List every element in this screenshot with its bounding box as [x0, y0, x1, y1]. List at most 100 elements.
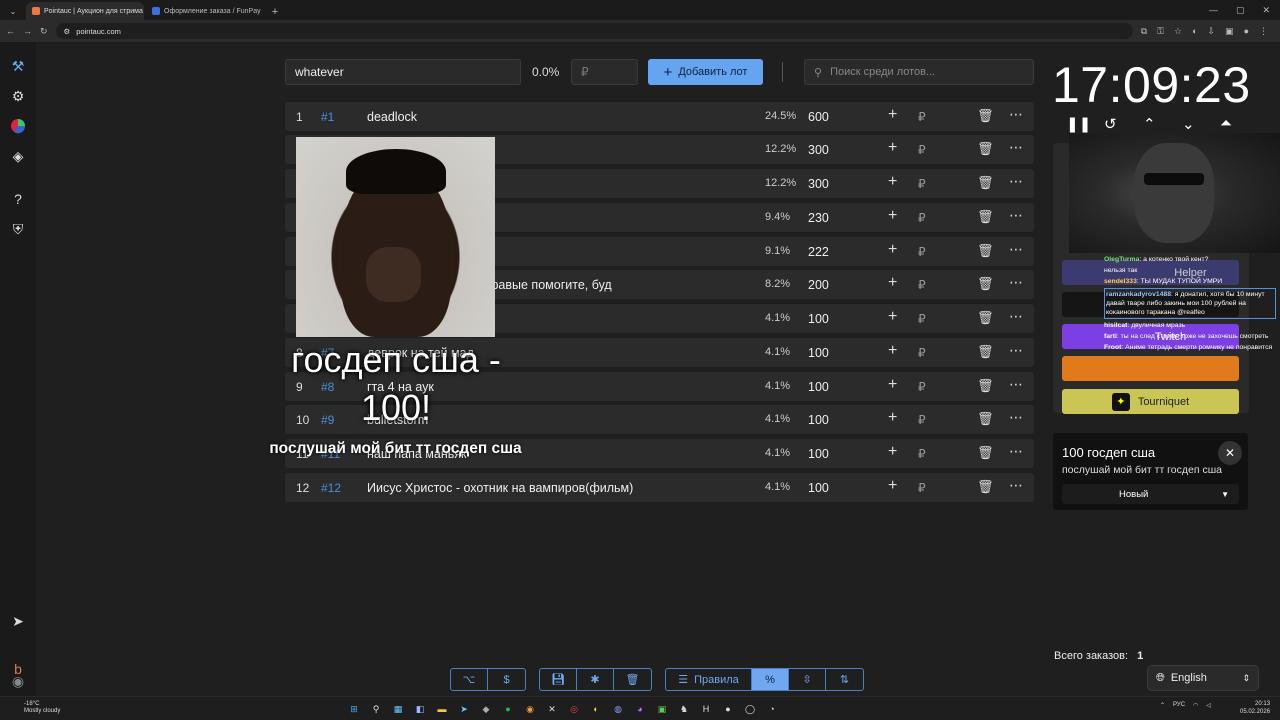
delete-icon[interactable]: 🗑︎ — [977, 344, 994, 360]
windows-start-icon[interactable]: ⊞ — [346, 701, 362, 717]
add-amount-icon[interactable]: + — [888, 342, 897, 360]
chrome-icon[interactable]: ◉ — [522, 701, 538, 717]
ruble-input[interactable]: ₽ — [918, 110, 926, 124]
telegram-icon[interactable]: ➤ — [8, 611, 28, 631]
language-select[interactable]: 🌐︎ English ⇕ — [1147, 665, 1259, 691]
ruble-input[interactable]: ₽ — [918, 143, 926, 157]
shield-icon[interactable]: ⛨ — [8, 219, 28, 239]
delete-icon[interactable]: 🗑︎ — [977, 276, 994, 292]
more-icon[interactable]: ⋯ — [1009, 139, 1023, 156]
maximize-icon[interactable]: ▢ — [1236, 5, 1245, 16]
app-icon[interactable]: ◆ — [478, 701, 494, 717]
ruble-input[interactable]: ₽ — [918, 413, 926, 427]
app-icon[interactable]: ◍ — [610, 701, 626, 717]
add-amount-icon[interactable]: + — [888, 376, 897, 394]
forward-icon[interactable]: → — [23, 26, 32, 36]
lot-row[interactable]: 1 #1 deadlock 24.5% 600 + ₽ 🗑︎ ⋯ — [285, 102, 1034, 131]
more-icon[interactable]: ⋯ — [1009, 308, 1023, 325]
search-icon[interactable]: ⚲ — [368, 701, 384, 717]
tray-chevron-icon[interactable]: ⌃ — [1160, 702, 1165, 709]
add-amount-icon[interactable]: + — [888, 207, 897, 225]
profile-icon[interactable]: ● — [1244, 26, 1249, 37]
auction-gavel-icon[interactable]: ⚒ — [8, 56, 28, 76]
chevron-down-icon[interactable]: ⌄ — [1182, 115, 1195, 133]
add-amount-icon[interactable]: + — [888, 409, 897, 427]
lot-name[interactable]: deadlock — [367, 110, 417, 124]
ruble-input[interactable]: ₽ — [918, 380, 926, 394]
cast-icon[interactable]: ⧉ — [1141, 26, 1147, 37]
delete-icon[interactable]: 🗑︎ — [977, 108, 994, 124]
save-icon[interactable]: 💾︎ — [540, 669, 577, 690]
taskview-icon[interactable]: ◧ — [412, 701, 428, 717]
tab-list-icon[interactable]: ⌄ — [6, 4, 20, 18]
add-amount-icon[interactable]: + — [888, 274, 897, 292]
lot-row[interactable]: 12 #12 Иисус Христос - охотник на вампиров… — [285, 473, 1034, 502]
delete-icon[interactable]: 🗑︎ — [977, 445, 994, 461]
rules-button[interactable]: ☰ Правила — [666, 669, 752, 690]
compress-icon[interactable]: ⇳ — [789, 669, 826, 690]
more-icon[interactable]: ⋯ — [1009, 274, 1023, 291]
ruble-input[interactable]: ₽ — [918, 245, 926, 259]
wheel-icon[interactable] — [8, 116, 28, 136]
bug-icon[interactable]: ✱ — [577, 669, 614, 690]
chevron-up-icon[interactable]: ⌃ — [1143, 115, 1156, 133]
download-icon[interactable]: ⇩ — [1208, 26, 1216, 37]
ruble-input[interactable]: ₽ — [918, 312, 926, 326]
delete-icon[interactable]: 🗑︎ — [977, 243, 994, 259]
delete-icon[interactable]: 🗑︎ — [977, 378, 994, 394]
app-icon[interactable]: ◔ — [764, 701, 780, 717]
more-icon[interactable]: ⋯ — [1009, 342, 1023, 359]
add-amount-icon[interactable]: + — [888, 308, 897, 326]
app-icon[interactable]: H — [698, 701, 714, 717]
more-icon[interactable]: ⋯ — [1009, 376, 1023, 393]
extension-icon[interactable]: ◐ — [1192, 26, 1197, 37]
ruble-input[interactable]: ₽ — [918, 177, 926, 191]
tray-lang[interactable]: РУС — [1173, 702, 1185, 709]
minimize-icon[interactable]: — — [1209, 5, 1218, 16]
add-amount-icon[interactable]: + — [888, 139, 897, 157]
visibility-eye-icon[interactable]: ◉ — [8, 671, 28, 691]
app-icon[interactable]: ✕ — [544, 701, 560, 717]
more-icon[interactable]: ⋯ — [1009, 241, 1023, 258]
close-window-icon[interactable]: ✕ — [1262, 5, 1270, 16]
github-icon[interactable]: ⌥ — [451, 669, 488, 690]
app-icon[interactable]: ● — [720, 701, 736, 717]
amount-input[interactable]: ₽ — [571, 59, 638, 85]
folder-icon[interactable]: ▬ — [434, 701, 450, 717]
more-icon[interactable]: ⋯ — [1009, 477, 1023, 494]
more-icon[interactable]: ⋯ — [1009, 409, 1023, 426]
ruble-input[interactable]: ₽ — [918, 447, 926, 461]
discord-icon[interactable]: ◕ — [632, 701, 648, 717]
weather-widget[interactable]: -18°C Mostly cloudy — [8, 701, 60, 715]
volume-icon[interactable]: ◁ — [1206, 702, 1211, 709]
add-amount-icon[interactable]: + — [888, 106, 897, 124]
reload-icon[interactable]: ↻ — [40, 26, 48, 37]
delete-icon[interactable]: 🗑︎ — [977, 175, 994, 191]
delete-icon[interactable]: 🗑︎ — [977, 411, 994, 427]
widgets-icon[interactable]: ▦ — [390, 701, 406, 717]
delete-icon[interactable]: 🗑︎ — [977, 141, 994, 157]
more-icon[interactable]: ⋯ — [1009, 106, 1023, 123]
app-icon[interactable]: ♞ — [676, 701, 692, 717]
add-amount-icon[interactable]: + — [888, 241, 897, 259]
ruble-input[interactable]: ₽ — [918, 481, 926, 495]
lot-id[interactable]: #1 — [321, 110, 334, 124]
taskbar-clock[interactable]: 20:13 05.02.2026 — [1240, 700, 1270, 716]
ruble-input[interactable]: ₽ — [918, 346, 926, 360]
close-icon[interactable]: ✕ — [1218, 441, 1242, 465]
url-field[interactable]: ⚙ pointauc.com — [55, 23, 1133, 39]
back-icon[interactable]: ← — [6, 26, 15, 36]
lot-id[interactable]: #12 — [321, 481, 341, 495]
ruble-input[interactable]: ₽ — [918, 211, 926, 225]
lot-name-input[interactable]: whatever — [285, 59, 521, 85]
tab-funpay[interactable]: Оформление заказа / FunPay ✕ — [146, 2, 264, 20]
delete-icon[interactable]: 🗑︎ — [977, 479, 994, 495]
clear-icon[interactable]: 🗑︎ — [614, 669, 651, 690]
reset-icon[interactable]: ↺ — [1104, 115, 1117, 133]
help-icon[interactable]: ? — [8, 189, 28, 209]
key-icon[interactable]: ⚿ — [1157, 26, 1164, 37]
donate-dollar-icon[interactable]: $ — [488, 669, 525, 690]
more-icon[interactable]: ⋯ — [1009, 443, 1023, 460]
tourniquet-button[interactable]: ✦ Tourniquet — [1062, 389, 1239, 414]
layers-icon[interactable]: ◈ — [8, 146, 28, 166]
